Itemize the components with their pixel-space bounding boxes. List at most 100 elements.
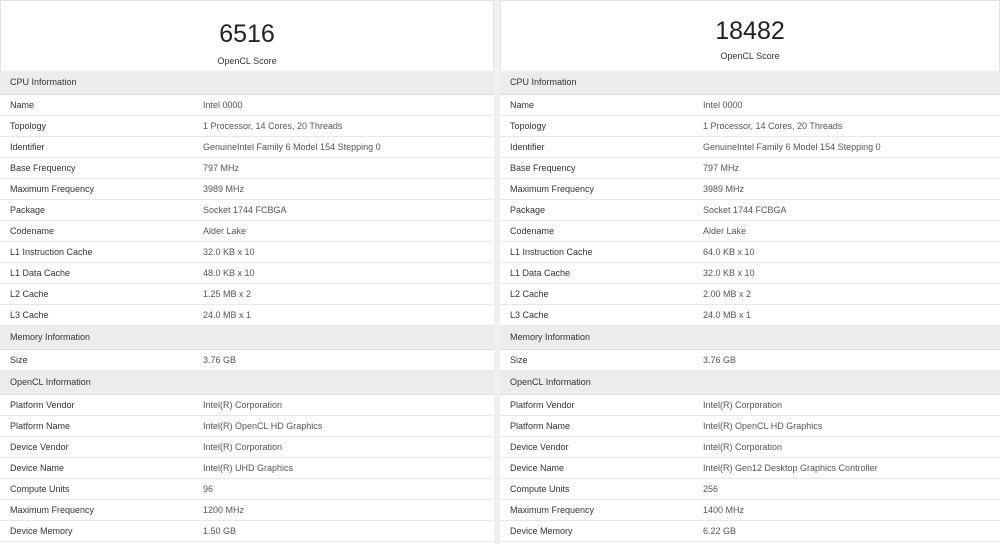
info-key: Package [10,205,46,215]
info-key: Device Memory [510,526,573,536]
info-key: Maximum Frequency [10,184,95,194]
info-key: Device Name [510,463,565,473]
info-key: Platform Name [10,421,71,431]
info-row: Maximum Frequency 1400 MHz [500,500,1000,521]
section-header: Memory Information [0,326,494,350]
info-value: 1 Processor, 14 Cores, 20 Threads [703,121,843,131]
info-value: 64.0 KB x 10 [703,247,755,257]
info-value: Intel 0000 [703,100,743,110]
info-key: L3 Cache [510,310,549,320]
info-key: Package [510,205,546,215]
info-key: Identifier [510,142,545,152]
info-key: Size [10,355,28,365]
info-value: 1400 MHz [703,505,745,515]
info-value: 2.00 MB x 2 [703,289,752,299]
section-header: OpenCL Information [0,371,494,395]
info-value: Intel(R) OpenCL HD Graphics [203,421,323,431]
info-value: 32.0 KB x 10 [203,247,255,257]
cpu-information-section: CPU Information Name Intel 0000 Topology 1 … [0,71,494,326]
info-key: Device Vendor [510,442,569,452]
info-key: L3 Cache [10,310,49,320]
info-value: 3.76 GB [203,355,237,365]
info-key: Codename [510,226,555,236]
info-value: 3.76 GB [703,355,737,365]
info-key: Codename [10,226,55,236]
info-key: Maximum Frequency [510,505,595,515]
info-value: Socket 1744 FCBGA [703,205,787,215]
info-value: Intel(R) Corporation [203,400,283,410]
info-row: Codename Alder Lake [500,221,1000,242]
info-row: Device Vendor Intel(R) Corporation [0,437,494,458]
info-value: 797 MHz [703,163,740,173]
info-row: Platform Vendor Intel(R) Corporation [500,395,1000,416]
info-key: Platform Vendor [510,400,575,410]
info-row: L1 Instruction Cache 32.0 KB x 10 [0,242,494,263]
info-row: L1 Data Cache 48.0 KB x 10 [0,263,494,284]
info-row: L2 Cache 2.00 MB x 2 [500,284,1000,305]
info-value: Alder Lake [703,226,747,236]
info-value: Alder Lake [203,226,247,236]
info-key: Base Frequency [10,163,76,173]
info-row: Base Frequency 797 MHz [500,158,1000,179]
info-value: 1 Processor, 14 Cores, 20 Threads [203,121,343,131]
info-value: 256 [703,484,719,494]
info-key: Size [510,355,528,365]
info-key: Maximum Frequency [10,505,95,515]
info-value: Intel(R) Corporation [203,442,283,452]
opencl-information-section: OpenCL Information Platform Vendor Intel(… [0,371,494,542]
opencl-score-label: OpenCL Score [720,51,780,61]
cpu-information-section: CPU Information Name Intel 0000 Topology 1 … [500,71,1000,326]
info-key: L1 Data Cache [10,268,71,278]
info-row: L1 Instruction Cache 64.0 KB x 10 [500,242,1000,263]
info-key: L1 Data Cache [510,268,571,278]
result-panel-right: 18482 OpenCL Score CPU Information Name I… [500,0,1000,544]
info-row: Maximum Frequency 1200 MHz [0,500,494,521]
info-value: GenuineIntel Family 6 Model 154 Stepping… [203,142,381,152]
info-value: 48.0 KB x 10 [203,268,255,278]
opencl-score-value: 6516 [219,20,275,48]
info-row: L3 Cache 24.0 MB x 1 [0,305,494,326]
memory-information-section: Memory Information Size 3.76 GB [0,326,494,371]
info-row: L1 Data Cache 32.0 KB x 10 [500,263,1000,284]
section-header: OpenCL Information [500,371,1000,395]
info-row: Device Vendor Intel(R) Corporation [500,437,1000,458]
opencl-score-value: 18482 [715,17,785,45]
info-key: Device Name [10,463,65,473]
info-value: 6.22 GB [703,526,737,536]
opencl-score-label: OpenCL Score [217,56,277,66]
info-value: Intel(R) Corporation [703,442,783,452]
info-value: 797 MHz [203,163,240,173]
info-key: Platform Vendor [10,400,75,410]
info-row: L3 Cache 24.0 MB x 1 [500,305,1000,326]
info-value: 1200 MHz [203,505,245,515]
score-box: 6516 OpenCL Score [0,0,494,71]
info-row: Platform Name Intel(R) OpenCL HD Graphics [500,416,1000,437]
info-value: Intel 0000 [203,100,243,110]
info-key: Platform Name [510,421,571,431]
info-key: Maximum Frequency [510,184,595,194]
section-header: CPU Information [500,71,1000,95]
info-row: Platform Name Intel(R) OpenCL HD Graphics [0,416,494,437]
info-key: Topology [10,121,47,131]
info-key: Base Frequency [510,163,576,173]
info-row: Package Socket 1744 FCBGA [0,200,494,221]
info-value: 32.0 KB x 10 [703,268,755,278]
info-key: Identifier [10,142,45,152]
info-row: Maximum Frequency 3989 MHz [0,179,494,200]
info-row: Topology 1 Processor, 14 Cores, 20 Thread… [0,116,494,137]
info-key: L1 Instruction Cache [510,247,593,257]
info-row: Size 3.76 GB [0,350,494,371]
info-value: Intel(R) Gen12 Desktop Graphics Controll… [703,463,878,473]
info-key: Device Memory [10,526,73,536]
info-row: Identifier GenuineIntel Family 6 Model 15… [0,137,494,158]
info-row: Identifier GenuineIntel Family 6 Model 15… [500,137,1000,158]
info-key: Compute Units [510,484,570,494]
info-row: Device Name Intel(R) Gen12 Desktop Graphi… [500,458,1000,479]
section-header: Memory Information [500,326,1000,350]
info-row: Codename Alder Lake [0,221,494,242]
info-key: L2 Cache [10,289,49,299]
info-row: Compute Units 256 [500,479,1000,500]
info-row: Base Frequency 797 MHz [0,158,494,179]
score-box: 18482 OpenCL Score [500,0,1000,71]
info-key: L1 Instruction Cache [10,247,93,257]
